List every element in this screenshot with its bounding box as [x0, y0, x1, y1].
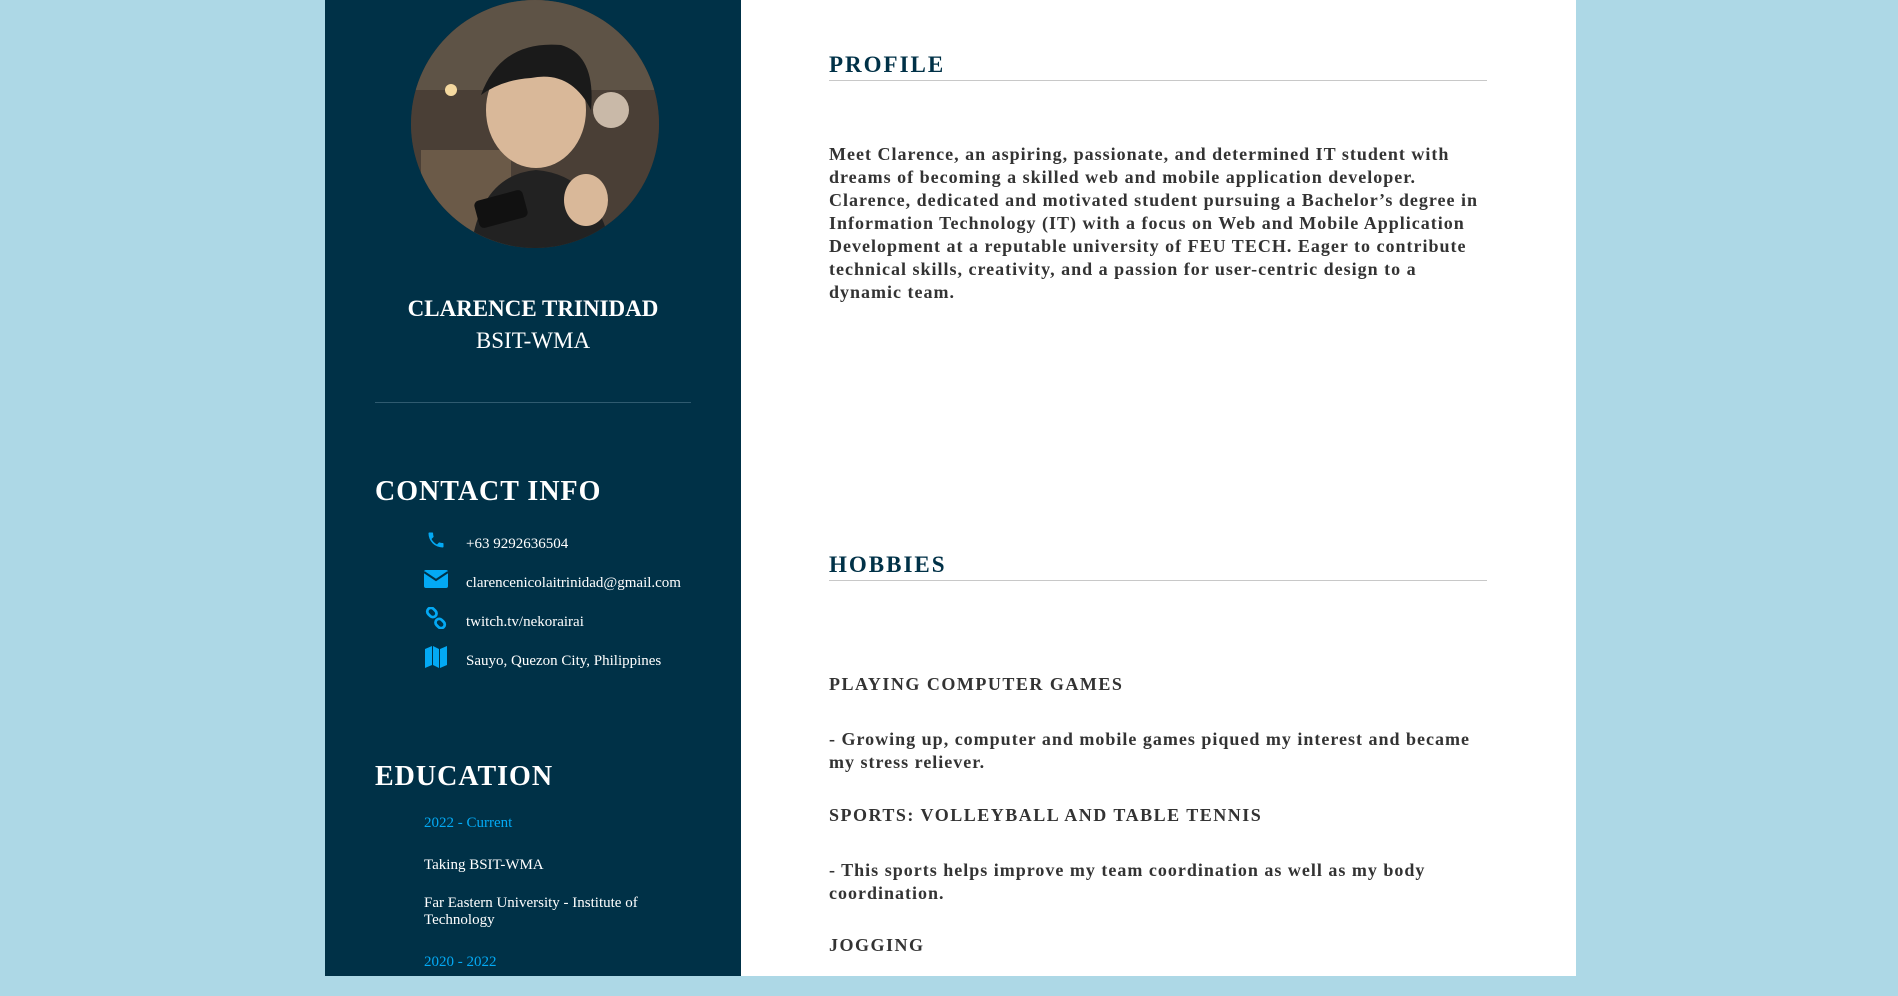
education-list: 2022 - Current Taking BSIT-WMA Far Easte… [424, 815, 684, 996]
map-icon [423, 644, 449, 670]
hobby-desc: - This sports helps improve my team coor… [829, 860, 1426, 903]
person-role: BSIT-WMA [475, 328, 591, 353]
education-year: 2020 - 2022 [424, 954, 497, 970]
education-title: EDUCATION [375, 761, 554, 792]
hobby-desc: - Growing up, computer and mobile games … [829, 729, 1471, 772]
link-icon [423, 605, 449, 631]
sidebar-divider [375, 402, 691, 403]
hobby-title: PLAYING COMPUTER GAMES [829, 674, 1124, 694]
contact-link-text[interactable]: twitch.tv/nekorairai [466, 614, 584, 631]
hobby-title: SPORTS: VOLLEYBALL AND TABLE TENNIS [829, 805, 1263, 825]
contact-email-text[interactable]: clarencenicolaitrinidad@gmail.com [466, 575, 681, 592]
education-year: 2022 - Current [424, 815, 513, 831]
person-name: CLARENCE TRINIDAD [407, 296, 659, 321]
name-block: CLARENCE TRINIDAD BSIT-WMA [325, 296, 741, 354]
education-school: Far Eastern University - Institute of Te… [424, 895, 638, 928]
contact-info-title: CONTACT INFO [375, 476, 602, 507]
contact-phone-text[interactable]: +63 9292636504 [466, 536, 568, 553]
profile-text: Meet Clarence, an aspiring, passionate, … [829, 144, 1478, 302]
hobby-title: JOGGING [829, 935, 925, 955]
sidebar: CLARENCE TRINIDAD BSIT-WMA CONTACT INFO … [325, 0, 741, 976]
main-content: PROFILE Meet Clarence, an aspiring, pass… [741, 0, 1576, 976]
phone-icon [423, 527, 449, 553]
envelope-icon [423, 566, 449, 592]
resume-container: CLARENCE TRINIDAD BSIT-WMA CONTACT INFO … [325, 0, 1576, 976]
profile-title: PROFILE [829, 50, 1487, 81]
avatar [411, 0, 659, 248]
contact-address-text: Sauyo, Quezon City, Philippines [466, 653, 662, 669]
education-degree: Taking BSIT-WMA [424, 857, 544, 873]
avatar-photo [411, 0, 659, 248]
hobbies-title: HOBBIES [829, 550, 1487, 581]
